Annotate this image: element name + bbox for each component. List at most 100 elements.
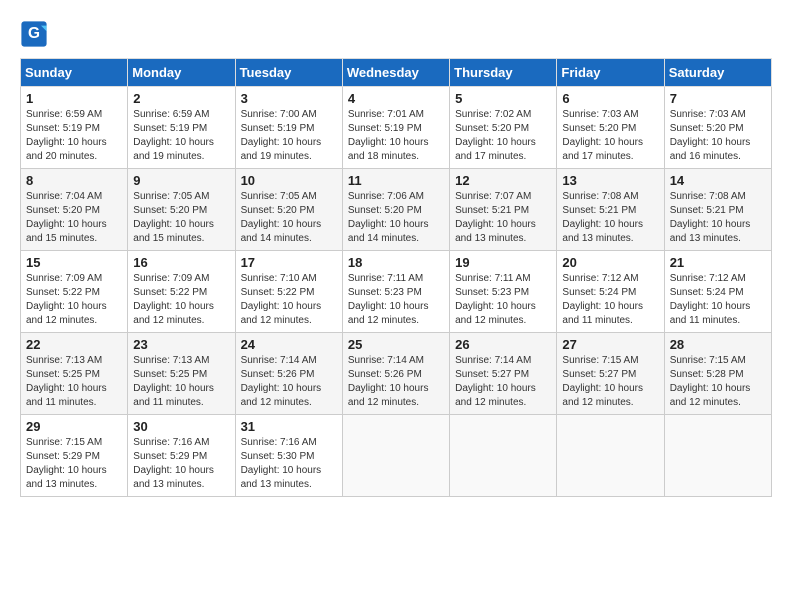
calendar-cell: 2 Sunrise: 6:59 AMSunset: 5:19 PMDayligh… — [128, 87, 235, 169]
calendar-cell — [450, 415, 557, 497]
calendar-cell: 27 Sunrise: 7:15 AMSunset: 5:27 PMDaylig… — [557, 333, 664, 415]
weekday-header-saturday: Saturday — [664, 59, 771, 87]
calendar-cell: 31 Sunrise: 7:16 AMSunset: 5:30 PMDaylig… — [235, 415, 342, 497]
calendar-cell: 1 Sunrise: 6:59 AMSunset: 5:19 PMDayligh… — [21, 87, 128, 169]
day-info: Sunrise: 7:13 AMSunset: 5:25 PMDaylight:… — [133, 355, 214, 408]
calendar-cell: 22 Sunrise: 7:13 AMSunset: 5:25 PMDaylig… — [21, 333, 128, 415]
calendar-body: 1 Sunrise: 6:59 AMSunset: 5:19 PMDayligh… — [21, 87, 772, 497]
day-number: 13 — [562, 173, 658, 188]
day-info: Sunrise: 6:59 AMSunset: 5:19 PMDaylight:… — [133, 109, 214, 162]
weekday-header-sunday: Sunday — [21, 59, 128, 87]
calendar-cell: 28 Sunrise: 7:15 AMSunset: 5:28 PMDaylig… — [664, 333, 771, 415]
day-number: 7 — [670, 91, 766, 106]
day-info: Sunrise: 7:05 AMSunset: 5:20 PMDaylight:… — [133, 191, 214, 244]
day-info: Sunrise: 7:16 AMSunset: 5:29 PMDaylight:… — [133, 437, 214, 490]
calendar-cell — [664, 415, 771, 497]
calendar-week-row: 8 Sunrise: 7:04 AMSunset: 5:20 PMDayligh… — [21, 169, 772, 251]
day-number: 22 — [26, 337, 122, 352]
day-number: 9 — [133, 173, 229, 188]
day-number: 31 — [241, 419, 337, 434]
day-info: Sunrise: 7:04 AMSunset: 5:20 PMDaylight:… — [26, 191, 107, 244]
day-number: 29 — [26, 419, 122, 434]
calendar-cell: 17 Sunrise: 7:10 AMSunset: 5:22 PMDaylig… — [235, 251, 342, 333]
calendar-cell: 13 Sunrise: 7:08 AMSunset: 5:21 PMDaylig… — [557, 169, 664, 251]
day-info: Sunrise: 7:15 AMSunset: 5:27 PMDaylight:… — [562, 355, 643, 408]
day-number: 28 — [670, 337, 766, 352]
calendar-cell: 15 Sunrise: 7:09 AMSunset: 5:22 PMDaylig… — [21, 251, 128, 333]
calendar-cell — [342, 415, 449, 497]
day-info: Sunrise: 7:13 AMSunset: 5:25 PMDaylight:… — [26, 355, 107, 408]
page-header: G — [20, 20, 772, 48]
day-number: 27 — [562, 337, 658, 352]
day-info: Sunrise: 7:07 AMSunset: 5:21 PMDaylight:… — [455, 191, 536, 244]
calendar-cell: 30 Sunrise: 7:16 AMSunset: 5:29 PMDaylig… — [128, 415, 235, 497]
calendar-cell: 7 Sunrise: 7:03 AMSunset: 5:20 PMDayligh… — [664, 87, 771, 169]
calendar-week-row: 29 Sunrise: 7:15 AMSunset: 5:29 PMDaylig… — [21, 415, 772, 497]
calendar-week-row: 15 Sunrise: 7:09 AMSunset: 5:22 PMDaylig… — [21, 251, 772, 333]
day-info: Sunrise: 7:11 AMSunset: 5:23 PMDaylight:… — [455, 273, 536, 326]
day-number: 24 — [241, 337, 337, 352]
calendar-week-row: 22 Sunrise: 7:13 AMSunset: 5:25 PMDaylig… — [21, 333, 772, 415]
day-number: 1 — [26, 91, 122, 106]
day-number: 12 — [455, 173, 551, 188]
day-info: Sunrise: 7:09 AMSunset: 5:22 PMDaylight:… — [26, 273, 107, 326]
day-number: 16 — [133, 255, 229, 270]
logo: G — [20, 20, 52, 48]
day-info: Sunrise: 7:03 AMSunset: 5:20 PMDaylight:… — [562, 109, 643, 162]
day-number: 3 — [241, 91, 337, 106]
day-info: Sunrise: 7:10 AMSunset: 5:22 PMDaylight:… — [241, 273, 322, 326]
day-number: 25 — [348, 337, 444, 352]
day-number: 21 — [670, 255, 766, 270]
calendar-cell: 14 Sunrise: 7:08 AMSunset: 5:21 PMDaylig… — [664, 169, 771, 251]
day-info: Sunrise: 7:12 AMSunset: 5:24 PMDaylight:… — [562, 273, 643, 326]
day-number: 26 — [455, 337, 551, 352]
weekday-header-friday: Friday — [557, 59, 664, 87]
calendar-cell: 19 Sunrise: 7:11 AMSunset: 5:23 PMDaylig… — [450, 251, 557, 333]
day-number: 23 — [133, 337, 229, 352]
calendar-cell: 10 Sunrise: 7:05 AMSunset: 5:20 PMDaylig… — [235, 169, 342, 251]
day-info: Sunrise: 7:16 AMSunset: 5:30 PMDaylight:… — [241, 437, 322, 490]
calendar-cell: 5 Sunrise: 7:02 AMSunset: 5:20 PMDayligh… — [450, 87, 557, 169]
day-info: Sunrise: 7:14 AMSunset: 5:26 PMDaylight:… — [348, 355, 429, 408]
calendar-cell: 18 Sunrise: 7:11 AMSunset: 5:23 PMDaylig… — [342, 251, 449, 333]
day-info: Sunrise: 7:12 AMSunset: 5:24 PMDaylight:… — [670, 273, 751, 326]
day-info: Sunrise: 7:08 AMSunset: 5:21 PMDaylight:… — [562, 191, 643, 244]
calendar-cell — [557, 415, 664, 497]
calendar-cell: 23 Sunrise: 7:13 AMSunset: 5:25 PMDaylig… — [128, 333, 235, 415]
calendar-cell: 20 Sunrise: 7:12 AMSunset: 5:24 PMDaylig… — [557, 251, 664, 333]
day-number: 5 — [455, 91, 551, 106]
calendar-cell: 21 Sunrise: 7:12 AMSunset: 5:24 PMDaylig… — [664, 251, 771, 333]
weekday-header-tuesday: Tuesday — [235, 59, 342, 87]
day-number: 15 — [26, 255, 122, 270]
calendar-cell: 8 Sunrise: 7:04 AMSunset: 5:20 PMDayligh… — [21, 169, 128, 251]
day-info: Sunrise: 7:01 AMSunset: 5:19 PMDaylight:… — [348, 109, 429, 162]
day-number: 18 — [348, 255, 444, 270]
weekday-header-wednesday: Wednesday — [342, 59, 449, 87]
day-info: Sunrise: 7:11 AMSunset: 5:23 PMDaylight:… — [348, 273, 429, 326]
day-info: Sunrise: 7:02 AMSunset: 5:20 PMDaylight:… — [455, 109, 536, 162]
day-number: 14 — [670, 173, 766, 188]
calendar-table: SundayMondayTuesdayWednesdayThursdayFrid… — [20, 58, 772, 497]
day-info: Sunrise: 7:15 AMSunset: 5:28 PMDaylight:… — [670, 355, 751, 408]
calendar-cell: 29 Sunrise: 7:15 AMSunset: 5:29 PMDaylig… — [21, 415, 128, 497]
day-info: Sunrise: 7:14 AMSunset: 5:27 PMDaylight:… — [455, 355, 536, 408]
day-info: Sunrise: 7:14 AMSunset: 5:26 PMDaylight:… — [241, 355, 322, 408]
day-number: 11 — [348, 173, 444, 188]
day-number: 6 — [562, 91, 658, 106]
svg-text:G: G — [28, 25, 40, 42]
calendar-cell: 16 Sunrise: 7:09 AMSunset: 5:22 PMDaylig… — [128, 251, 235, 333]
calendar-cell: 9 Sunrise: 7:05 AMSunset: 5:20 PMDayligh… — [128, 169, 235, 251]
weekday-header-row: SundayMondayTuesdayWednesdayThursdayFrid… — [21, 59, 772, 87]
day-info: Sunrise: 7:00 AMSunset: 5:19 PMDaylight:… — [241, 109, 322, 162]
day-number: 4 — [348, 91, 444, 106]
calendar-cell: 11 Sunrise: 7:06 AMSunset: 5:20 PMDaylig… — [342, 169, 449, 251]
day-info: Sunrise: 6:59 AMSunset: 5:19 PMDaylight:… — [26, 109, 107, 162]
calendar-cell: 26 Sunrise: 7:14 AMSunset: 5:27 PMDaylig… — [450, 333, 557, 415]
day-number: 30 — [133, 419, 229, 434]
calendar-cell: 12 Sunrise: 7:07 AMSunset: 5:21 PMDaylig… — [450, 169, 557, 251]
calendar-cell: 3 Sunrise: 7:00 AMSunset: 5:19 PMDayligh… — [235, 87, 342, 169]
calendar-cell: 24 Sunrise: 7:14 AMSunset: 5:26 PMDaylig… — [235, 333, 342, 415]
calendar-cell: 6 Sunrise: 7:03 AMSunset: 5:20 PMDayligh… — [557, 87, 664, 169]
day-info: Sunrise: 7:08 AMSunset: 5:21 PMDaylight:… — [670, 191, 751, 244]
day-info: Sunrise: 7:06 AMSunset: 5:20 PMDaylight:… — [348, 191, 429, 244]
